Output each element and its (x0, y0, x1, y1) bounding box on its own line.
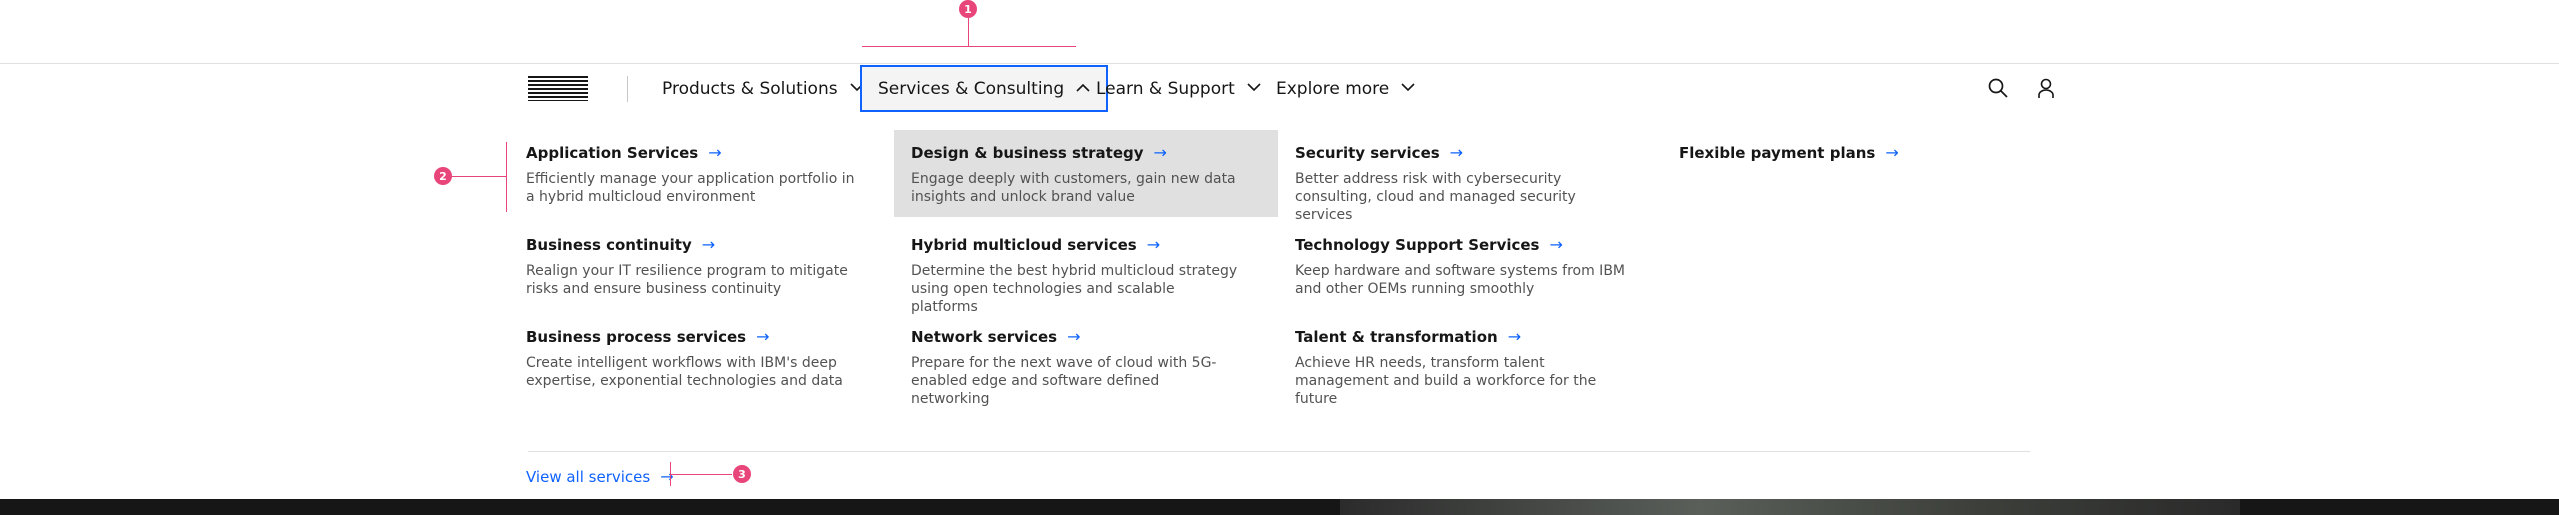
menu-item-talent-transformation[interactable]: Talent & transformation → Achieve HR need… (1295, 327, 1655, 408)
nav-label: Learn & Support (1096, 78, 1235, 99)
item-description: Prepare for the next wave of cloud with … (911, 355, 1217, 407)
menu-item-business-process-services[interactable]: Business process services → Create intell… (526, 327, 886, 390)
user-icon[interactable] (2035, 77, 2057, 99)
arrow-right-icon: → (701, 235, 716, 254)
item-title: Network services (911, 327, 1058, 346)
chevron-up-icon (1076, 82, 1090, 95)
item-title: Design & business strategy (911, 143, 1144, 162)
hero-image (1340, 499, 2240, 515)
item-title: Business continuity (526, 235, 692, 254)
item-title: Technology Support Services (1295, 235, 1540, 254)
chevron-down-icon (1247, 82, 1261, 95)
annotation-badge-2: 2 (434, 167, 452, 185)
item-title: Application Services (526, 143, 699, 162)
item-description: Realign your IT resilience program to mi… (526, 263, 848, 297)
arrow-right-icon: → (1885, 143, 1899, 162)
menu-item-flexible-payment-plans[interactable]: Flexible payment plans → (1679, 143, 2039, 162)
item-title: Flexible payment plans (1679, 143, 1876, 162)
nav-label: Explore more (1276, 78, 1390, 99)
item-description: Better address risk with cybersecurity c… (1295, 171, 1576, 223)
chevron-down-icon (1401, 82, 1415, 95)
annotation-2-stem (452, 176, 506, 177)
arrow-right-icon: → (1549, 235, 1563, 254)
annotation-badge-1: 1 (959, 0, 977, 18)
item-title: Security services (1295, 143, 1440, 162)
arrow-right-icon: → (1153, 143, 1167, 162)
item-description: Engage deeply with customers, gain new d… (911, 171, 1236, 205)
item-description: Create intelligent workflows with IBM's … (526, 355, 843, 389)
arrow-right-icon: → (1146, 235, 1161, 254)
annotation-1-bracket (862, 46, 1076, 47)
menu-item-network-services[interactable]: Network services → Prepare for the next w… (911, 327, 1271, 408)
menu-item-security-services[interactable]: Security services → Better address risk w… (1295, 143, 1655, 224)
nav-services-consulting[interactable]: Services & Consulting (860, 65, 1109, 112)
item-description: Keep hardware and software systems from … (1295, 263, 1625, 297)
view-all-services-link[interactable]: View all services → (526, 467, 674, 486)
annotation-3-stem (670, 474, 732, 475)
services-mega-menu: Application Services → Efficiently manage… (0, 113, 2559, 499)
menu-item-design-business-strategy[interactable]: Design & business strategy → Engage deepl… (894, 130, 1278, 217)
item-description: Achieve HR needs, transform talent manag… (1295, 355, 1597, 407)
arrow-right-icon: → (708, 143, 722, 162)
item-title: Hybrid multicloud services (911, 235, 1137, 254)
arrow-right-icon: → (660, 467, 674, 486)
menu-item-technology-support-services[interactable]: Technology Support Services → Keep hardwa… (1295, 235, 1655, 298)
masthead-nav: Products & Solutions Services & Consulti… (0, 63, 2559, 114)
menu-item-hybrid-multicloud-services[interactable]: Hybrid multicloud services → Determine th… (911, 235, 1271, 316)
nav-learn-support[interactable]: Learn & Support (1096, 64, 1261, 113)
logo-divider (627, 76, 628, 102)
arrow-right-icon: → (1449, 143, 1464, 162)
menu-item-application-services[interactable]: Application Services → Efficiently manage… (526, 143, 886, 206)
item-title: Business process services (526, 327, 747, 346)
ibm-logo[interactable] (528, 76, 588, 101)
item-description: Efficiently manage your application port… (526, 171, 855, 205)
item-description: Determine the best hybrid multicloud str… (911, 263, 1238, 315)
view-all-label: View all services (526, 467, 651, 486)
arrow-right-icon: → (756, 327, 770, 346)
menu-item-business-continuity[interactable]: Business continuity → Realign your IT res… (526, 235, 886, 298)
nav-label: Services & Consulting (878, 78, 1065, 99)
arrow-right-icon: → (1507, 327, 1522, 346)
arrow-right-icon: → (1067, 327, 1081, 346)
search-icon[interactable] (1987, 77, 2009, 99)
annotation-1-stem (968, 18, 969, 46)
annotation-2-bracket (506, 142, 507, 212)
nav-label: Products & Solutions (662, 78, 838, 99)
nav-explore-more[interactable]: Explore more (1276, 64, 1415, 113)
annotation-badge-3: 3 (733, 465, 751, 483)
menu-divider (528, 451, 2030, 452)
item-title: Talent & transformation (1295, 327, 1498, 346)
nav-products-solutions[interactable]: Products & Solutions (662, 64, 864, 113)
